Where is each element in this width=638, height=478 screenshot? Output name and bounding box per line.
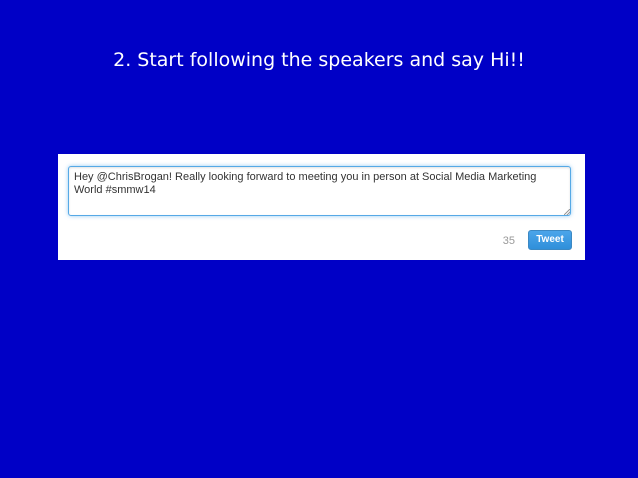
tweet-text-input[interactable]: Hey @ChrisBrogan! Really looking forward… [68, 166, 571, 216]
tweet-compose-panel: Hey @ChrisBrogan! Really looking forward… [58, 154, 585, 260]
slide-title: 2. Start following the speakers and say … [113, 49, 525, 71]
resize-grip-icon[interactable] [564, 209, 570, 215]
character-counter: 35 [502, 235, 515, 247]
tweet-button[interactable]: Tweet [528, 230, 572, 250]
